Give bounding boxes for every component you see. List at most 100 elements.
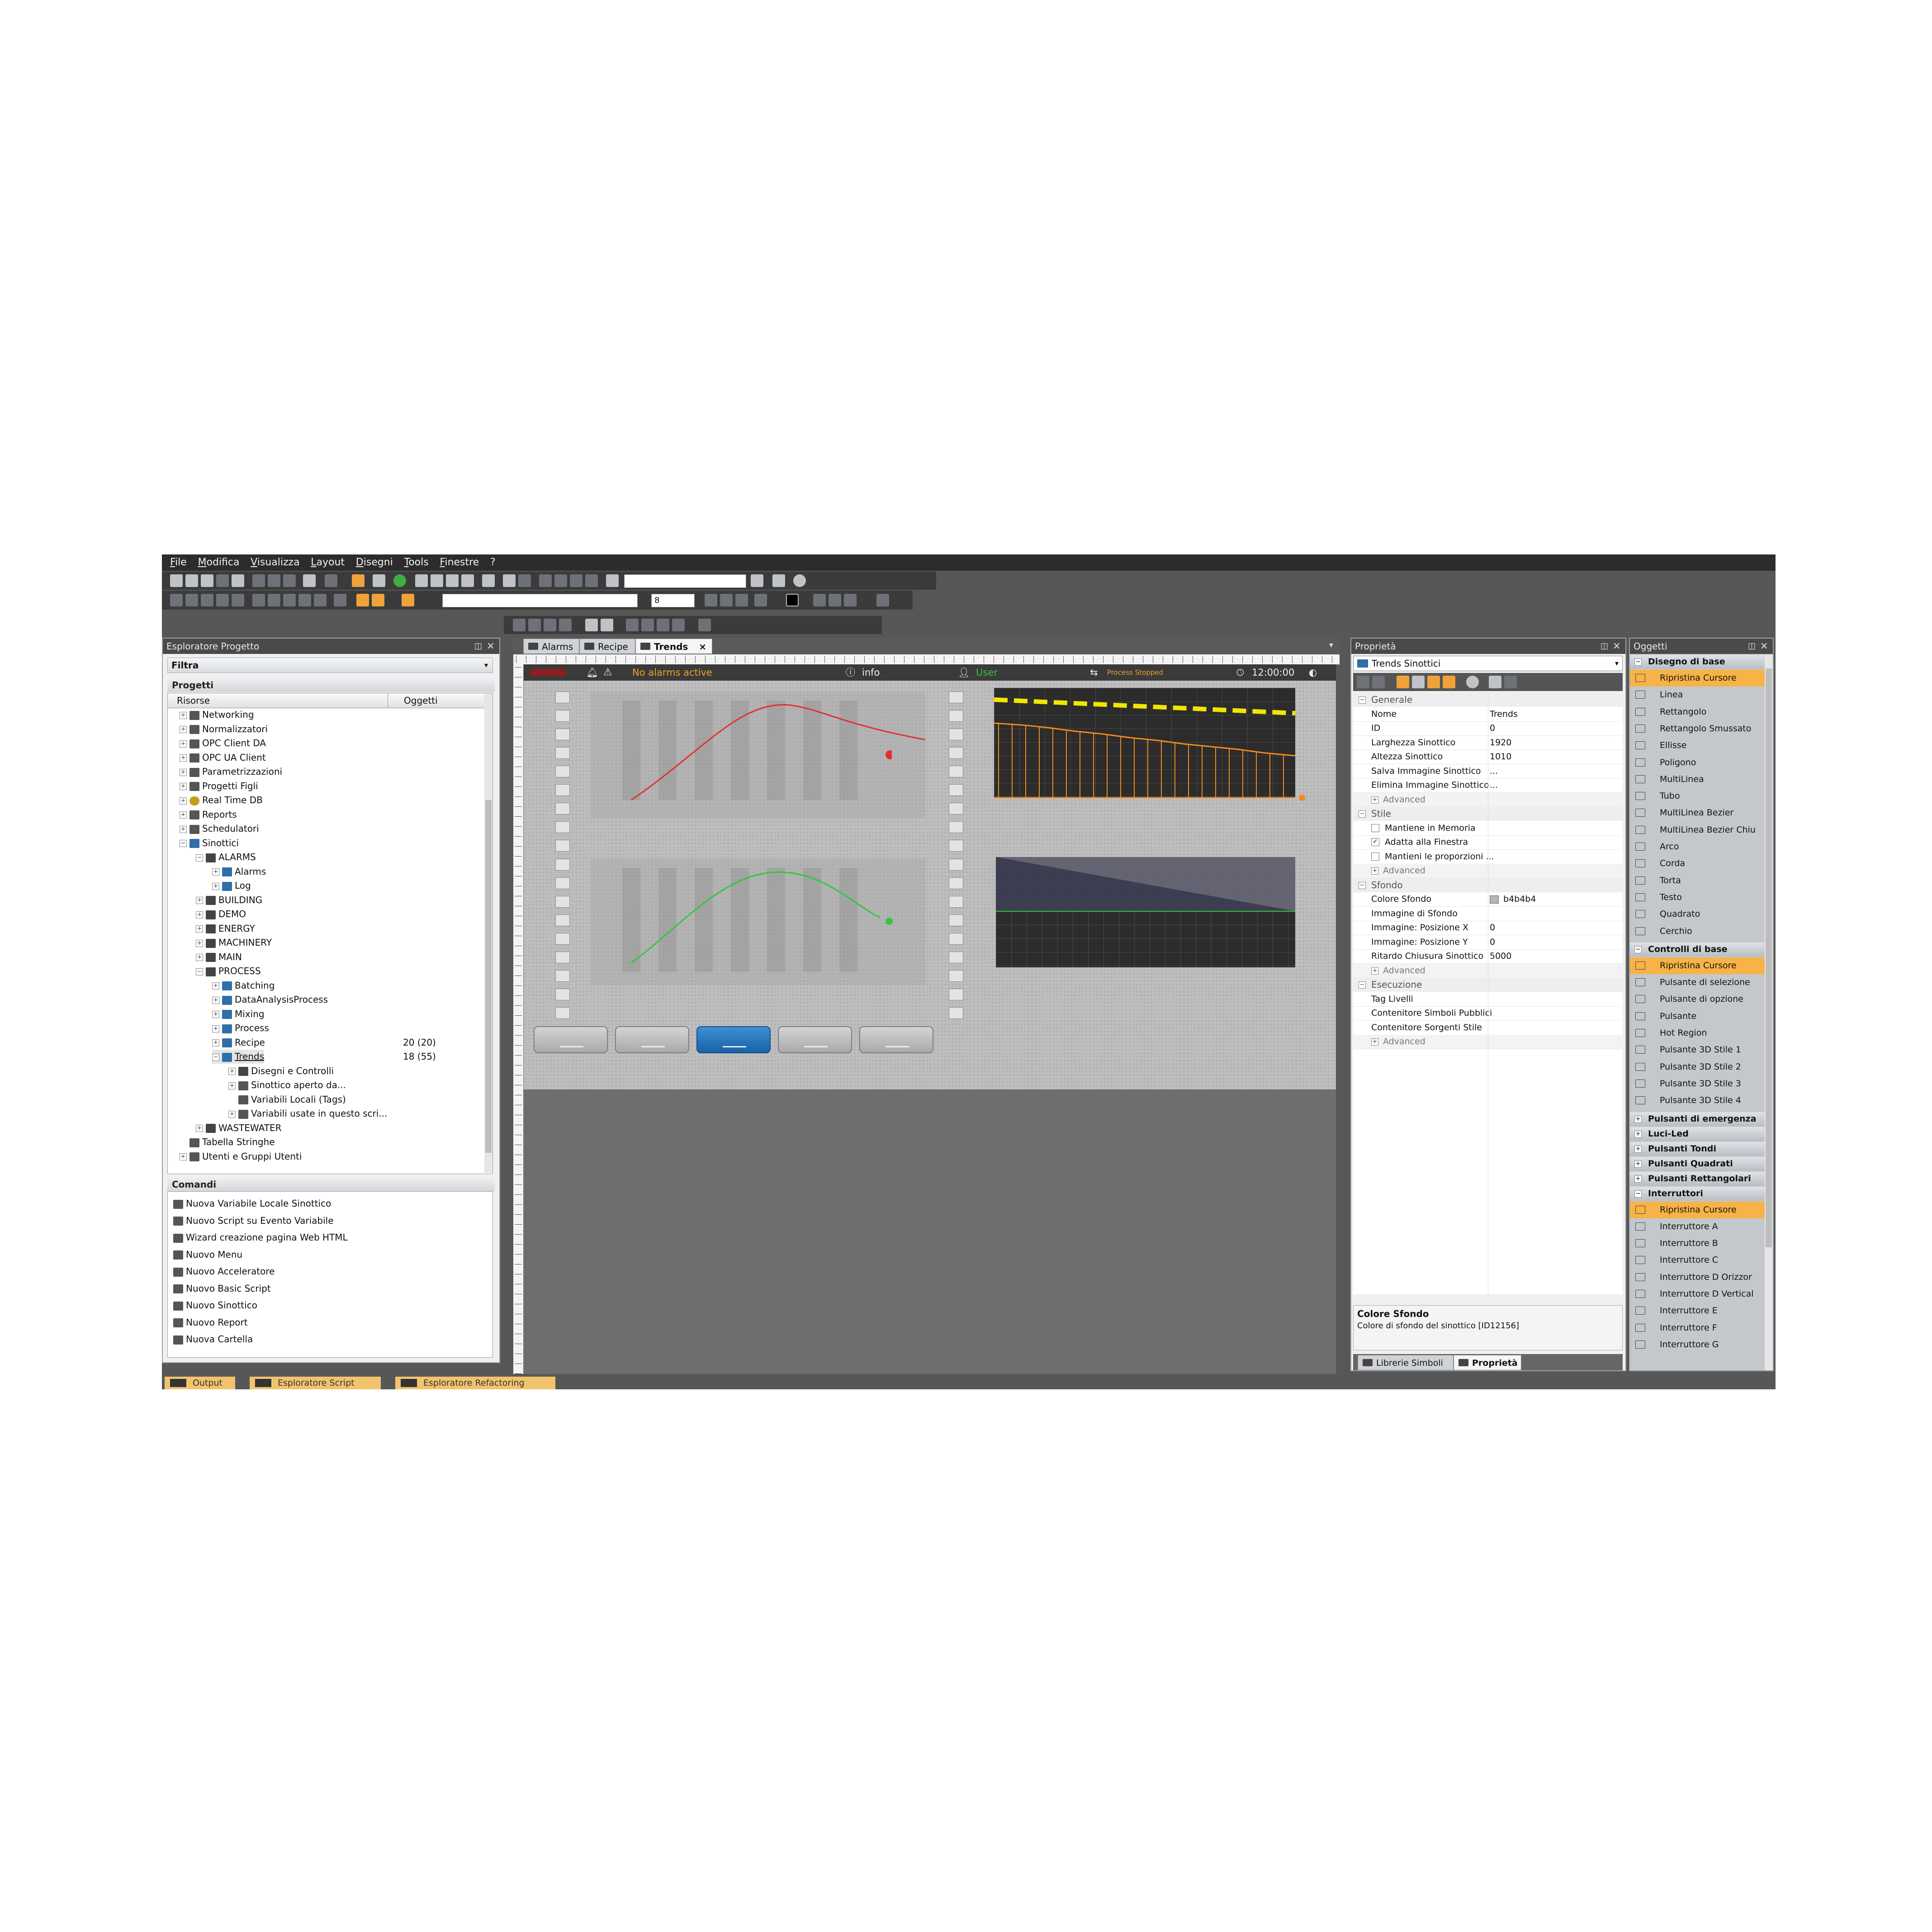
objects-section[interactable]: + Pulsanti Rettangolari [1630, 1171, 1766, 1186]
tree-item[interactable]: + MAIN [196, 950, 242, 964]
expander-icon[interactable]: + [196, 939, 203, 947]
rotate-icon[interactable] [657, 619, 669, 631]
help-icon[interactable] [1466, 676, 1479, 688]
section-commands[interactable]: Comandi [167, 1178, 495, 1191]
same-height-icon[interactable] [268, 594, 280, 606]
tree-item[interactable]: + Batching [212, 979, 275, 993]
expander-icon[interactable]: + [180, 711, 187, 719]
tree-item[interactable]: + DEMO [196, 907, 246, 921]
menu-visualizza[interactable]: Visualizza [251, 554, 299, 571]
expander-icon[interactable]: + [212, 996, 219, 1004]
tree-item[interactable]: + Parametrizzazioni [180, 765, 282, 779]
tree-item[interactable]: + MACHINERY [196, 936, 272, 950]
objects-section[interactable]: − Disegno di base [1630, 655, 1766, 669]
trend-scale-button[interactable] [949, 840, 963, 852]
object-item[interactable]: Poligono [1630, 754, 1766, 771]
send-back-icon[interactable] [528, 619, 541, 631]
align-bottom-icon[interactable] [232, 594, 244, 606]
pin-icon[interactable]: ◫ [1748, 639, 1756, 654]
italic-icon[interactable] [720, 594, 733, 606]
tree-item[interactable]: + Schedulatori [180, 822, 259, 836]
property-value[interactable]: b4b4b4 [1503, 892, 1536, 906]
trend-scale-button[interactable] [555, 970, 570, 982]
property-value[interactable]: 5000 [1490, 949, 1511, 963]
trend-scale-button[interactable] [949, 970, 963, 982]
object-selector[interactable]: Trends Sinottici ▾ [1353, 656, 1623, 671]
trend-scale-button[interactable] [949, 859, 963, 871]
tree-item[interactable]: + Alarms [212, 865, 266, 879]
object-item[interactable]: Interruttore D Vertical [1630, 1286, 1766, 1302]
edit-text-icon[interactable] [876, 594, 889, 606]
collapse-icon[interactable]: + [1634, 1130, 1642, 1138]
tree-item[interactable]: + BUILDING [196, 893, 262, 907]
expander-icon[interactable]: + [180, 811, 187, 819]
nav-back-button[interactable] [859, 1026, 933, 1053]
object-item[interactable]: Pulsante 3D Stile 1 [1630, 1042, 1766, 1059]
trend-scale-button[interactable] [949, 747, 963, 759]
trend-scale-button[interactable] [555, 859, 570, 871]
layers-icon[interactable] [626, 619, 639, 631]
objects-scrollbar[interactable] [1765, 655, 1773, 1370]
objects-section[interactable]: + Pulsanti Tondi [1630, 1141, 1766, 1156]
collapse-icon[interactable]: + [1634, 1160, 1642, 1168]
trend-scale-button[interactable] [949, 1007, 963, 1019]
command-item[interactable]: Nuovo Sinottico [173, 1297, 257, 1314]
collapse-icon[interactable]: − [1359, 696, 1366, 704]
tree-item[interactable]: − Trends [212, 1050, 265, 1064]
find-object-icon[interactable] [606, 574, 619, 587]
nav-analysis-button[interactable] [778, 1026, 852, 1053]
tree-item[interactable]: + Recipe [212, 1036, 265, 1050]
trend-scale-button[interactable] [555, 784, 570, 796]
object-item[interactable]: Interruttore B [1630, 1235, 1766, 1252]
tag-icon[interactable] [482, 574, 495, 587]
expander-icon[interactable]: + [228, 1082, 236, 1089]
col-resources[interactable]: Risorse [177, 693, 210, 708]
trend-scale-button[interactable] [949, 989, 963, 1000]
object-item[interactable]: Interruttore E [1630, 1302, 1766, 1320]
underline-icon[interactable] [735, 594, 748, 606]
cut-icon[interactable] [252, 574, 265, 587]
collapse-icon[interactable]: − [1359, 881, 1366, 889]
trend-scale-button[interactable] [555, 914, 570, 926]
expander-icon[interactable]: + [196, 897, 203, 904]
expander-icon[interactable]: − [212, 1053, 219, 1061]
tree-item[interactable]: + OPC UA Client [180, 751, 266, 765]
collapse-icon[interactable]: + [1634, 1115, 1642, 1123]
text-left-icon[interactable] [813, 594, 826, 606]
same-width-icon[interactable] [252, 594, 265, 606]
expander-icon[interactable]: + [196, 911, 203, 919]
menu-finestre[interactable]: Finestre [440, 554, 479, 571]
trend-scale-button[interactable] [555, 747, 570, 759]
ungroup-icon[interactable] [559, 619, 572, 631]
trend-scale-button[interactable] [949, 766, 963, 777]
trend-scale-button[interactable] [555, 952, 570, 963]
trends-screen[interactable]: 🔔︎ ⚠ No alarms active ⓘ info 👤︎ User ⇆ P… [524, 664, 1336, 1089]
align-left-icon[interactable] [170, 594, 183, 606]
object-item[interactable]: Quadrato [1630, 906, 1766, 923]
tree-item[interactable]: + Variabili usate in questo scri... [228, 1107, 387, 1121]
tab-properties[interactable]: Proprietà [1454, 1355, 1521, 1370]
tree-item[interactable]: + Real Time DB [180, 793, 263, 807]
objects-section[interactable]: + Pulsanti Quadrati [1630, 1156, 1766, 1171]
trend-scale-button[interactable] [949, 933, 963, 945]
object-item[interactable]: Pulsante [1630, 1008, 1766, 1025]
object-item[interactable]: MultiLinea [1630, 771, 1766, 788]
object-item[interactable]: Ripristina Cursore [1630, 1201, 1766, 1218]
expander-icon[interactable]: + [212, 1011, 219, 1018]
expander-icon[interactable]: + [180, 754, 187, 762]
expander-icon[interactable]: − [180, 840, 187, 847]
tab-symbol-libraries[interactable]: Librerie Simboli [1358, 1355, 1454, 1370]
apply-icon[interactable] [1357, 676, 1369, 688]
trend-scale-button[interactable] [949, 710, 963, 722]
expander-icon[interactable]: + [196, 925, 203, 933]
chevron-down-icon[interactable]: ▾ [1329, 640, 1333, 650]
expander-icon[interactable]: − [196, 854, 203, 862]
objects-section[interactable]: + Luci-Led [1630, 1127, 1766, 1141]
object-item[interactable]: Linea [1630, 687, 1766, 704]
command-item[interactable]: Wizard creazione pagina Web HTML [173, 1229, 348, 1246]
color-swatch[interactable] [1490, 895, 1499, 904]
expander-icon[interactable]: + [228, 1068, 236, 1075]
tree-item[interactable]: + Log [212, 879, 251, 893]
object-item[interactable]: Torta [1630, 872, 1766, 889]
tree-item[interactable]: − Sinottici [180, 836, 239, 850]
